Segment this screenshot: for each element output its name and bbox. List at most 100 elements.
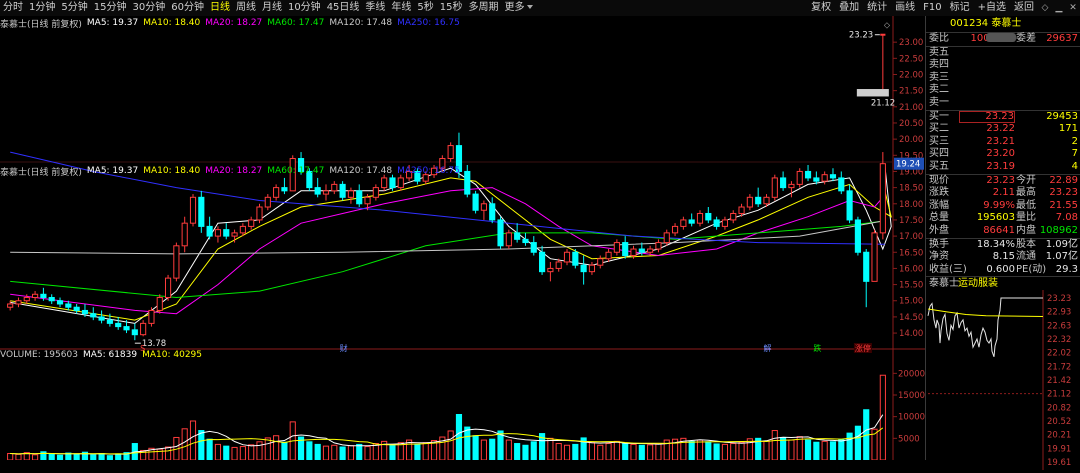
volume-bar[interactable] [314,443,321,460]
candle[interactable] [879,152,886,240]
volume-bar[interactable] [15,453,22,460]
volume-bar[interactable] [771,430,778,460]
volume-bar[interactable] [829,441,837,460]
kline-chart[interactable]: 23.0022.5022.0021.5021.0020.5020.0019.50… [0,16,925,460]
volume-bar[interactable] [597,444,604,460]
volume-bar[interactable] [331,444,338,460]
period-tab-5[interactable]: 60分钟 [168,0,207,16]
volume-bar[interactable] [796,436,803,460]
candle[interactable] [198,190,205,233]
period-tab-9[interactable]: 10分钟 [285,0,324,16]
volume-bar[interactable] [189,420,197,460]
candle[interactable] [572,249,579,269]
candle[interactable] [854,216,861,256]
volume-bar[interactable] [846,432,853,460]
volume-bar[interactable] [480,439,487,460]
period-tab-15[interactable]: 多周期 [466,0,502,16]
volume-bar[interactable] [780,436,787,460]
period-tab-7[interactable]: 周线 [233,0,259,16]
volume-bar[interactable] [638,444,645,460]
toolbar-item-1[interactable]: 叠加 [835,0,863,16]
volume-bar[interactable] [231,446,238,460]
volume-bar[interactable] [721,443,729,460]
volume-bar[interactable] [347,445,354,460]
volume-bar[interactable] [273,435,280,460]
volume-bar[interactable] [56,454,64,460]
volume-bar[interactable] [98,453,105,461]
volume-bar[interactable] [514,443,521,460]
candle[interactable] [148,307,155,327]
intraday-mini-chart[interactable]: 23.23 22.93 22.63 22.32 22.02 21.72 21.42 21.12… [926,290,1080,471]
volume-bar[interactable] [73,453,80,460]
event-marker-2[interactable]: 解 [763,343,771,353]
volume-bar[interactable] [48,453,55,460]
volume-bar[interactable] [447,430,454,460]
toolbar-item-4[interactable]: F10 [919,0,945,16]
volume-bar[interactable] [613,440,620,460]
volume-bar[interactable] [588,442,596,460]
period-tab-13[interactable]: 5秒 [414,0,436,16]
volume-bar[interactable] [763,440,770,460]
volume-bar[interactable] [854,425,861,460]
volume-bar[interactable] [688,440,695,460]
volume-bar[interactable] [622,442,629,460]
settings-icon[interactable]: ◇ [1038,1,1052,15]
volume-bar[interactable] [264,437,271,460]
period-tab-16[interactable]: 更多 [502,0,536,16]
volume-bar[interactable] [90,454,97,460]
volume-bar[interactable] [563,444,571,460]
volume-bar[interactable] [738,441,745,460]
volume-bar[interactable] [414,443,421,460]
candle[interactable] [497,216,504,250]
event-marker-1[interactable]: 财 [340,343,348,353]
volume-bar[interactable] [530,441,537,460]
volume-bar[interactable] [306,441,313,460]
toolbar-item-0[interactable]: 复权 [807,0,835,16]
volume-bar[interactable] [505,439,512,460]
volume-bar[interactable] [198,430,205,460]
period-tab-2[interactable]: 5分钟 [58,0,90,16]
period-tab-8[interactable]: 月线 [259,0,285,16]
candle[interactable] [796,168,803,188]
volume-bar[interactable] [339,446,346,460]
volume-bar[interactable] [389,444,396,460]
volume-bar[interactable] [206,438,213,460]
volume-bar[interactable] [655,443,662,460]
volume-bar[interactable] [838,439,845,460]
event-marker-3[interactable]: 跌 [813,343,821,353]
volume-bar[interactable] [239,446,246,460]
candle[interactable] [771,174,778,201]
toolbar-item-6[interactable]: +自选 [974,0,1010,16]
period-tab-10[interactable]: 45日线 [324,0,363,16]
toolbar-item-5[interactable]: 标记 [946,0,974,16]
volume-bar[interactable] [422,442,429,460]
volume-bar[interactable] [356,443,363,460]
close-icon[interactable]: ✕ [1066,1,1080,15]
volume-bar[interactable] [813,441,820,460]
volume-bar[interactable] [397,442,404,460]
volume-bar[interactable] [696,439,704,460]
volume-bar[interactable] [630,443,637,460]
volume-bar[interactable] [156,448,163,460]
candle[interactable] [472,190,479,214]
toolbar-item-2[interactable]: 统计 [863,0,891,16]
volume-bar[interactable] [730,443,737,460]
period-tab-11[interactable]: 季线 [362,0,388,16]
volume-bar[interactable] [713,443,720,460]
period-tab-12[interactable]: 年线 [388,0,414,16]
volume-bar[interactable] [788,439,795,460]
volume-bar[interactable] [821,440,828,460]
volume-bar[interactable] [106,455,113,460]
event-marker-4[interactable]: 涨停 [855,343,871,353]
volume-bar[interactable] [32,454,39,460]
volume-bar[interactable] [223,445,230,460]
candle[interactable] [339,181,346,201]
volume-bar[interactable] [115,453,122,460]
volume-bar[interactable] [804,439,812,460]
candle[interactable] [505,229,512,250]
volume-bar[interactable] [364,446,371,460]
more-dropdown-icon[interactable] [526,5,533,9]
volume-bar[interactable] [322,445,330,460]
period-tab-1[interactable]: 1分钟 [26,0,58,16]
volume-bar[interactable] [522,444,529,460]
